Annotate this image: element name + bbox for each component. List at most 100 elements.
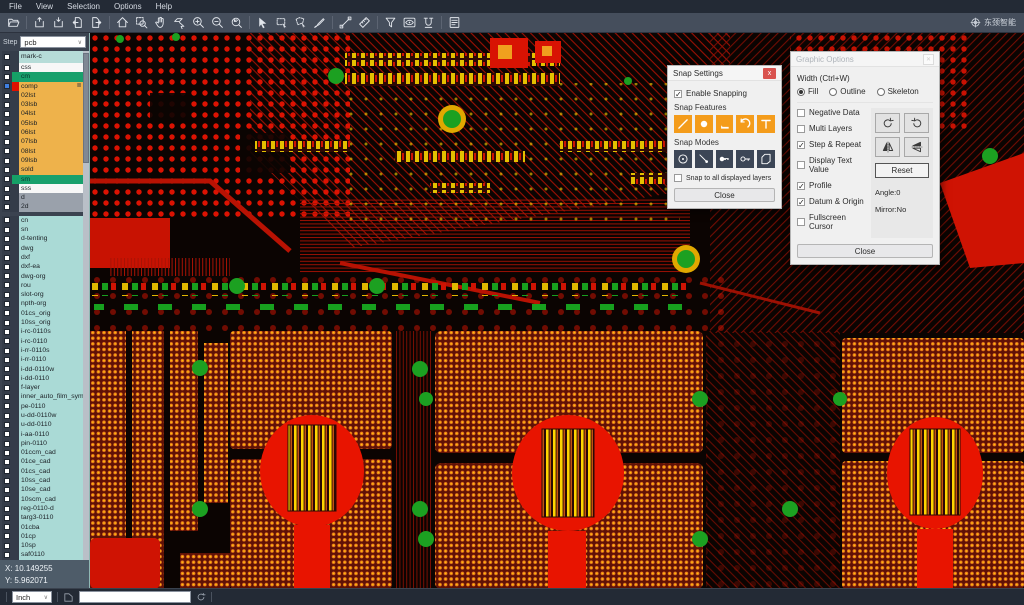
rotate-ccw-button[interactable] [904, 113, 929, 133]
graphic-option-display-text-value[interactable]: Display Text Value [797, 156, 866, 174]
pan-button[interactable] [151, 14, 170, 31]
menu-help[interactable]: Help [149, 1, 179, 12]
layer-visibility-checkbox[interactable] [4, 102, 10, 108]
radio-fill[interactable]: Fill [797, 87, 818, 96]
layer-visibility-checkbox[interactable] [4, 264, 10, 270]
layer-row[interactable]: inner_auto_film_symb [2, 392, 83, 401]
layer-row[interactable]: dwg [2, 244, 83, 253]
measure-button[interactable] [355, 14, 374, 31]
snap-mode-polygon-button[interactable] [757, 150, 775, 168]
layer-row[interactable]: i-dd-0110 [2, 374, 83, 383]
layer-visibility-checkbox[interactable] [4, 273, 10, 279]
refresh-icon[interactable] [196, 592, 206, 602]
layer-visibility-checkbox[interactable] [4, 515, 10, 521]
layer-row[interactable]: 04lst [2, 109, 83, 118]
layer-row[interactable]: 01cba [2, 523, 83, 532]
line-button[interactable] [336, 14, 355, 31]
graphic-close-button[interactable]: Close [797, 244, 933, 258]
layer-visibility-checkbox[interactable] [4, 158, 10, 164]
layer-visibility-checkbox[interactable] [4, 93, 10, 99]
home-button[interactable] [113, 14, 132, 31]
select-button[interactable] [253, 14, 272, 31]
layer-visibility-checkbox[interactable] [4, 301, 10, 307]
page-icon[interactable] [63, 592, 74, 603]
rotate-cw-button[interactable] [875, 113, 900, 133]
snap-mode-key-outline-button[interactable] [736, 150, 754, 168]
zoom-window-button[interactable] [132, 14, 151, 31]
menu-file[interactable]: File [2, 1, 29, 12]
layer-row[interactable]: 02lst [2, 91, 83, 100]
layer-row[interactable]: 2d [2, 202, 83, 211]
layer-visibility-checkbox[interactable] [4, 366, 10, 372]
layer-visibility-checkbox[interactable] [4, 441, 10, 447]
layer-visibility-checkbox[interactable] [4, 227, 10, 233]
radio-skeleton[interactable]: Skeleton [877, 87, 919, 96]
layer-row[interactable]: i-rr-0110 [2, 355, 83, 364]
brush-button[interactable] [310, 14, 329, 31]
enable-snapping-option[interactable]: ✓ Enable Snapping [674, 89, 775, 98]
layer-row[interactable]: pe-0110 [2, 402, 83, 411]
menu-options[interactable]: Options [107, 1, 149, 12]
layer-visibility-checkbox[interactable] [4, 130, 10, 136]
layer-row[interactable]: cn [2, 216, 83, 225]
notes-button[interactable] [445, 14, 464, 31]
layer-visibility-checkbox[interactable] [4, 552, 10, 558]
layer-visibility-checkbox[interactable] [4, 450, 10, 456]
snap-close-button[interactable]: Close [674, 188, 775, 202]
layer-visibility-checkbox[interactable] [4, 204, 10, 210]
page-next-button[interactable] [87, 14, 106, 31]
layer-visibility-checkbox[interactable] [4, 487, 10, 493]
zoom-in-button[interactable] [189, 14, 208, 31]
layer-row[interactable]: 01cs_cad [2, 467, 83, 476]
layer-visibility-checkbox[interactable] [4, 496, 10, 502]
layer-row[interactable]: 03lsb [2, 100, 83, 109]
layer-visibility-checkbox[interactable] [4, 385, 10, 391]
eye-button[interactable] [400, 14, 419, 31]
layer-row[interactable]: 01cs_orig [2, 309, 83, 318]
menu-view[interactable]: View [29, 1, 60, 12]
snap-feature-arc-button[interactable] [736, 115, 754, 133]
layer-row[interactable]: 10ss_cad [2, 476, 83, 485]
layer-visibility-checkbox[interactable] [4, 139, 10, 145]
layer-row[interactable]: i-aa-0110 [2, 430, 83, 439]
export-button[interactable] [49, 14, 68, 31]
zoom-prev-button[interactable] [227, 14, 246, 31]
layer-row[interactable]: u-dd-0110w [2, 411, 83, 420]
snap-mode-center-button[interactable] [674, 150, 692, 168]
step-combo[interactable]: pcb ∨ [20, 36, 86, 48]
layer-row[interactable]: reg-0110-d [2, 504, 83, 513]
page-prev-button[interactable] [68, 14, 87, 31]
layer-visibility-checkbox[interactable] [4, 468, 10, 474]
graphic-dialog-titlebar[interactable]: Graphic Options ✕ [791, 52, 939, 67]
layer-row[interactable]: sss [2, 184, 83, 193]
layer-row[interactable]: 01ce_cad [2, 457, 83, 466]
layer-row[interactable]: dxf [2, 253, 83, 262]
snap-mode-key-filled-button[interactable] [716, 150, 734, 168]
layer-row[interactable]: sm [2, 175, 83, 184]
layer-row[interactable]: targ3-0110 [2, 513, 83, 522]
layer-visibility-checkbox[interactable] [4, 320, 10, 326]
layer-visibility-checkbox[interactable] [4, 459, 10, 465]
layer-row[interactable]: d [2, 193, 83, 202]
graphic-option-negative-data[interactable]: Negative Data [797, 108, 866, 117]
layer-row[interactable]: i-rr-0110s [2, 346, 83, 355]
units-combo[interactable]: Inch ∨ [12, 591, 52, 603]
layer-visibility-checkbox[interactable] [4, 74, 10, 80]
layer-row[interactable]: css [2, 63, 83, 72]
layer-row[interactable]: mark-c [2, 51, 83, 63]
layer-row[interactable]: npth-org [2, 299, 83, 308]
layer-row[interactable]: sold [2, 165, 83, 174]
layer-row[interactable]: 07lsb [2, 137, 83, 146]
layer-visibility-checkbox[interactable] [4, 255, 10, 261]
snap-feature-text-button[interactable] [757, 115, 775, 133]
layer-visibility-checkbox[interactable] [4, 176, 10, 182]
layer-visibility-checkbox[interactable] [4, 167, 10, 173]
snap-dialog-titlebar[interactable]: Snap Settings x [668, 66, 781, 81]
layer-visibility-checkbox[interactable] [4, 348, 10, 354]
layer-row[interactable]: saf0110 [2, 550, 83, 559]
layer-row[interactable]: i-dd-0110w [2, 365, 83, 374]
filter-button[interactable] [381, 14, 400, 31]
layer-row[interactable]: 05lsb [2, 119, 83, 128]
layer-visibility-checkbox[interactable] [4, 338, 10, 344]
graphic-option-profile[interactable]: ✓Profile [797, 181, 866, 190]
